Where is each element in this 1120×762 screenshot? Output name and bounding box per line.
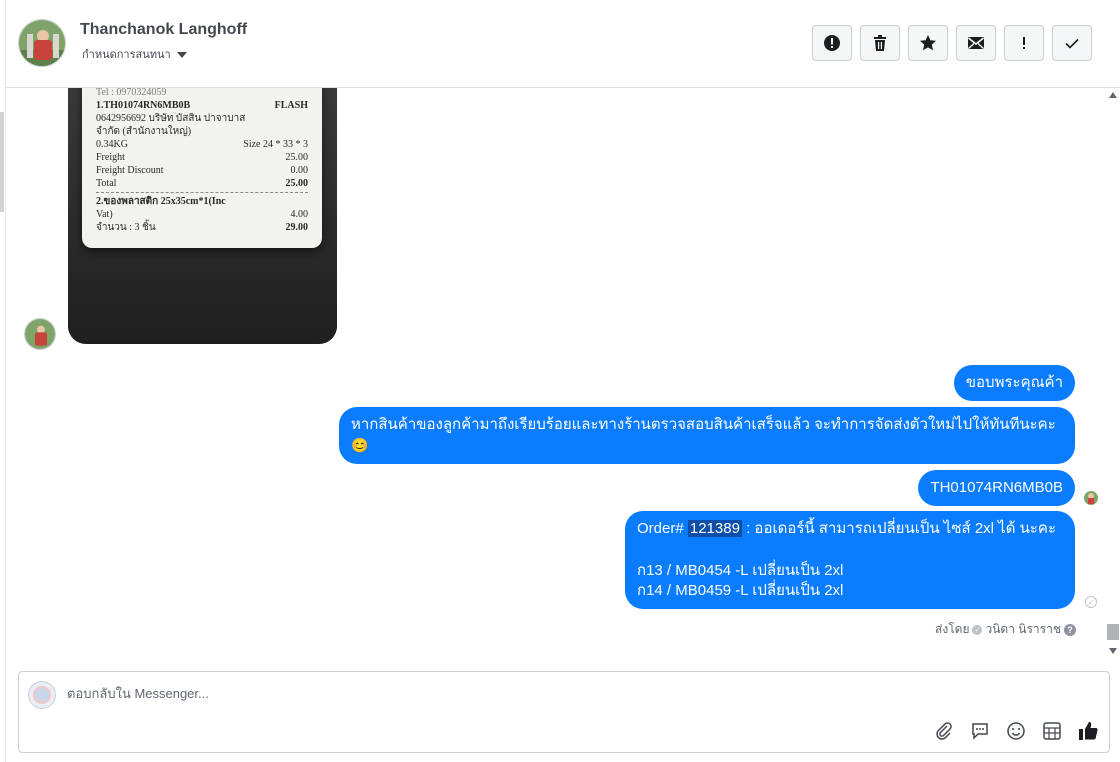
conversation-header: Thanchanok Langhoff กำหนดการสนทนา bbox=[6, 0, 1120, 88]
order-prefix: Order# bbox=[637, 520, 684, 537]
envelope-icon bbox=[968, 37, 984, 49]
exclamation-icon bbox=[1023, 37, 1025, 49]
thumbs-up-icon[interactable] bbox=[1077, 720, 1099, 742]
receipt-carrier: FLASH bbox=[274, 100, 308, 111]
sent-by-line: ส่งโดย ✓ วนิดา นิราราช ? bbox=[935, 620, 1076, 639]
follow-up-button[interactable] bbox=[1004, 25, 1044, 61]
receipt-total-label: Total bbox=[96, 178, 117, 189]
receipt-item-row: 2.ของพลาสติก 25x35cm*1(Inc bbox=[96, 195, 308, 208]
conversation-toolbar bbox=[812, 25, 1092, 61]
receipt-total-row: Total 25.00 bbox=[96, 177, 308, 190]
composer-tools bbox=[933, 720, 1099, 742]
thumbs-up-shape bbox=[1079, 722, 1098, 740]
order-line-2: ก13 / MB0454 -L เปลี่ยนเป็น 2xl bbox=[637, 562, 844, 579]
chevron-down-icon bbox=[176, 51, 187, 58]
receipt-divider bbox=[96, 192, 308, 193]
message-text: ขอบพระคุณค้า bbox=[965, 374, 1063, 391]
contact-message-avatar[interactable] bbox=[24, 318, 56, 350]
smiley-shape bbox=[1007, 722, 1025, 740]
receipt-item-value: 4.00 bbox=[290, 209, 309, 220]
scroll-down-arrow-icon[interactable] bbox=[1109, 648, 1117, 654]
star-icon bbox=[920, 35, 936, 51]
help-icon[interactable]: ? bbox=[1064, 623, 1076, 636]
receipt-freight-label: Freight bbox=[96, 152, 125, 163]
contact-avatar-image bbox=[25, 319, 55, 349]
mark-done-button[interactable] bbox=[1052, 25, 1092, 61]
message-bubble-thanks[interactable]: ขอบพระคุณค้า bbox=[953, 365, 1075, 401]
conversation-status-label: กำหนดการสนทนา bbox=[82, 49, 171, 61]
verified-check-icon: ✓ bbox=[972, 624, 983, 635]
receipt-discount-label: Freight Discount bbox=[96, 165, 164, 176]
reply-composer bbox=[18, 671, 1110, 753]
receipt-freight-row: Freight 25.00 bbox=[96, 151, 308, 164]
reply-input[interactable] bbox=[67, 686, 867, 701]
thread-scrollbar[interactable] bbox=[1106, 88, 1120, 658]
page-avatar bbox=[28, 681, 56, 709]
sent-status-icon: ✓ bbox=[1085, 596, 1097, 608]
receipt-tel: Tel : 0970324059 bbox=[96, 88, 167, 98]
receipt-tracking-row: 1.TH01074RN6MB0B FLASH bbox=[96, 99, 308, 112]
alert-circle-icon bbox=[824, 35, 840, 51]
sent-by-label: ส่งโดย bbox=[935, 622, 970, 636]
receipt-total-value: 25.00 bbox=[285, 178, 309, 189]
message-bubble-order[interactable]: Order# 121389 : ออเดอร์นี้ สามารถเปลี่ยน… bbox=[625, 511, 1075, 609]
receipt-item: 2.ของพลาสติก 25x35cm*1(Inc bbox=[96, 196, 226, 207]
message-bubble-inspection[interactable]: หากสินค้าของลูกค้ามาถึงเรียบร้อยและทางร้… bbox=[339, 407, 1075, 464]
page-avatar-image bbox=[33, 686, 51, 704]
checkmark-icon bbox=[1065, 38, 1079, 49]
contact-avatar[interactable] bbox=[18, 19, 66, 67]
paperclip-shape bbox=[936, 722, 952, 740]
smile-emoji-icon: 😊 bbox=[351, 437, 369, 453]
scrollbar-thumb[interactable] bbox=[1107, 624, 1119, 640]
mark-unread-button[interactable] bbox=[956, 25, 996, 61]
attachment-icon[interactable] bbox=[933, 720, 955, 742]
scroll-up-arrow-icon[interactable] bbox=[1109, 92, 1117, 98]
message-text: หากสินค้าของลูกค้ามาถึงเรียบร้อยและทางร้… bbox=[351, 416, 1056, 433]
receipt-vat-row: Vat) 4.00 bbox=[96, 208, 308, 221]
calendar-grid-icon[interactable] bbox=[1041, 720, 1063, 742]
star-button[interactable] bbox=[908, 25, 948, 61]
message-bubble-tracking[interactable]: TH01074RN6MB0B bbox=[918, 470, 1075, 506]
left-scroll-thumb[interactable] bbox=[0, 112, 4, 212]
order-line-1: Order# 121389 : ออเดอร์นี้ สามารถเปลี่ยน… bbox=[637, 519, 1063, 539]
receipt-size: Size 24 * 33 * 3 bbox=[243, 139, 308, 150]
delete-button[interactable] bbox=[860, 25, 900, 61]
saved-reply-icon[interactable] bbox=[969, 720, 991, 742]
mark-spam-button[interactable] bbox=[812, 25, 852, 61]
receipt-weight-row: 0.34KG Size 24 * 33 * 3 bbox=[96, 138, 308, 151]
receipt-weight: 0.34KG bbox=[96, 139, 128, 150]
contact-avatar-image bbox=[19, 20, 65, 66]
receipt-discount-row: Freight Discount 0.00 bbox=[96, 164, 308, 177]
seen-avatar-image bbox=[1084, 491, 1098, 505]
receipt-tracking: 1.TH01074RN6MB0B bbox=[96, 100, 191, 111]
grid-shape bbox=[1043, 722, 1061, 740]
receipt-discount-value: 0.00 bbox=[290, 165, 309, 176]
sent-by-agent[interactable]: วนิดา นิราราช bbox=[985, 620, 1061, 639]
order-line-3: ก14 / MB0459 -L เปลี่ยนเป็น 2xl bbox=[637, 582, 844, 599]
emoji-icon[interactable] bbox=[1005, 720, 1027, 742]
shipping-receipt: Tel : 0970324059 1.TH01074RN6MB0B FLASH 0… bbox=[82, 88, 322, 248]
receipt-vat: Vat) bbox=[96, 209, 113, 220]
receipt-freight-value: 25.00 bbox=[285, 152, 309, 163]
conversation-status-dropdown[interactable]: กำหนดการสนทนา bbox=[82, 45, 187, 63]
receipt-qty: จำนวน : 3 ชิ้น bbox=[96, 222, 156, 233]
order-number-highlight[interactable]: 121389 bbox=[687, 520, 742, 537]
seen-avatar bbox=[1084, 491, 1098, 505]
message-thread[interactable]: Tel : 0970324059 1.TH01074RN6MB0B FLASH 0… bbox=[6, 88, 1120, 658]
messenger-inbox-page: Thanchanok Langhoff กำหนดการสนทนา Tel: … bbox=[0, 0, 1120, 762]
trash-icon bbox=[874, 35, 886, 51]
message-text: TH01074RN6MB0B bbox=[930, 479, 1063, 496]
contact-name[interactable]: Thanchanok Langhoff bbox=[80, 21, 247, 39]
receipt-qty-row: จำนวน : 3 ชิ้น 29.00 bbox=[96, 221, 308, 234]
receipt-address-1: 0642956692 บริษัท บัสสิน ปาจาบาส bbox=[96, 113, 246, 124]
receipt-qty-value: 29.00 bbox=[285, 222, 309, 233]
receipt-photo-attachment[interactable]: Tel : 0970324059 1.TH01074RN6MB0B FLASH 0… bbox=[68, 88, 337, 344]
order-suffix: : ออเดอร์นี้ สามารถเปลี่ยนเป็น ไซส์ 2xl … bbox=[746, 520, 1057, 537]
speech-bubble-shape bbox=[972, 723, 988, 740]
receipt-address-2: จำกัด (สำนักงานใหญ่) bbox=[96, 126, 192, 137]
